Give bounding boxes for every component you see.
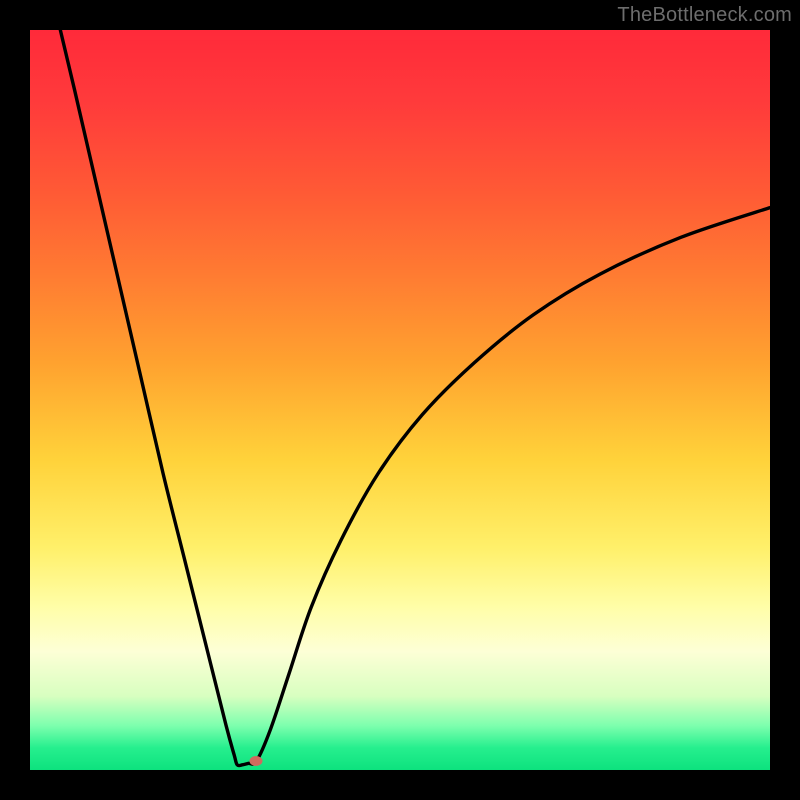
- minimum-marker: [250, 756, 263, 766]
- bottleneck-curve: [30, 30, 770, 770]
- chart-frame: TheBottleneck.com: [0, 0, 800, 800]
- chart-plot-area: [30, 30, 770, 770]
- watermark-text: TheBottleneck.com: [617, 4, 792, 27]
